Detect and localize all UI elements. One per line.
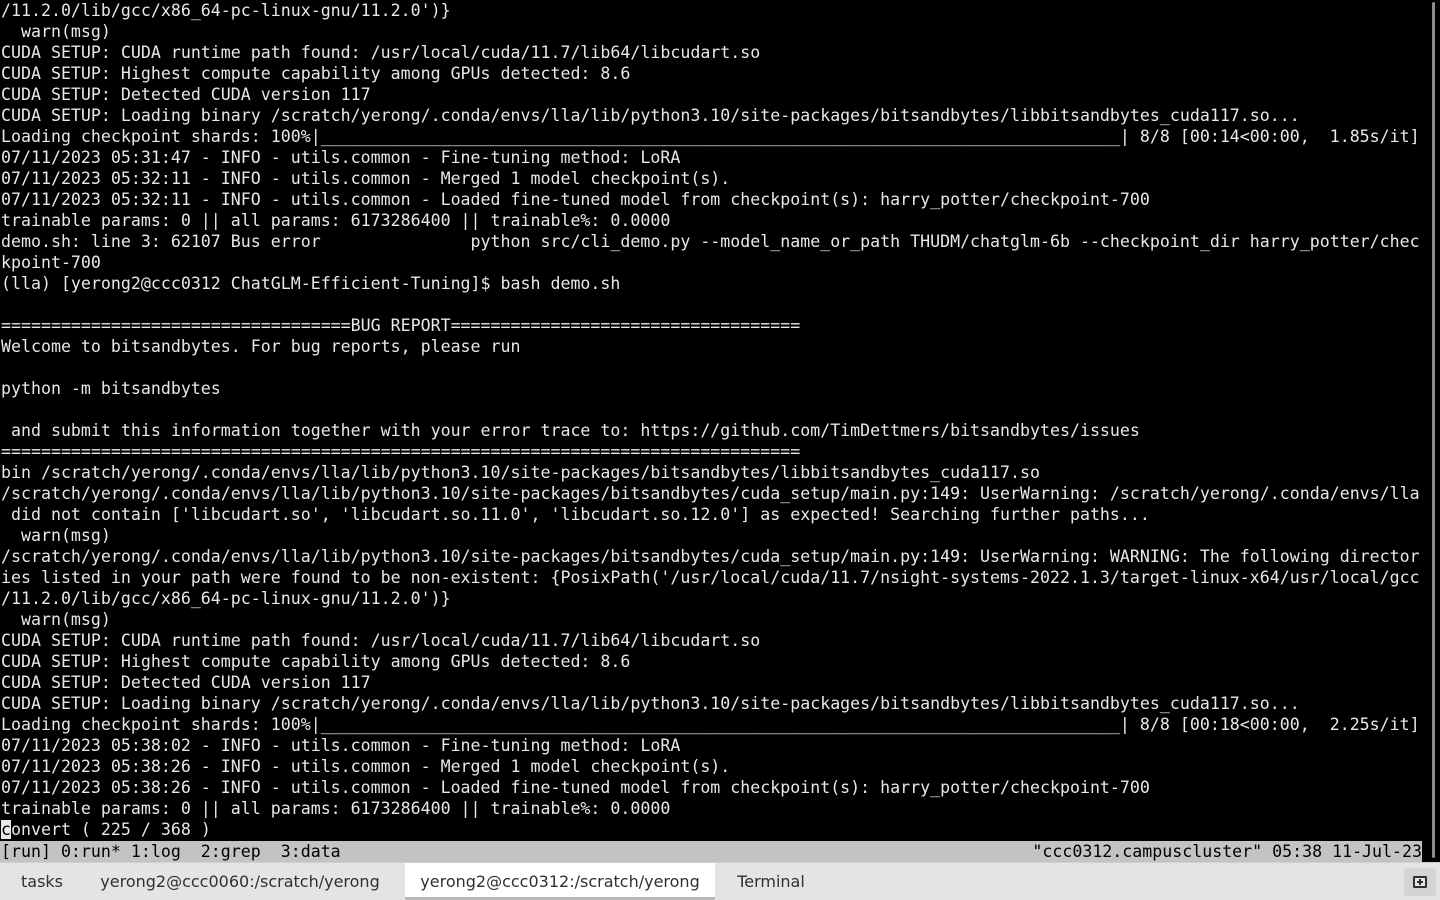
terminal-line: Loading checkpoint shards: 100%|________… (1, 715, 1420, 734)
terminal-line: 07/11/2023 05:38:26 - INFO - utils.commo… (1, 757, 731, 776)
terminal-line: /11.2.0/lib/gcc/x86_64-pc-linux-gnu/11.2… (1, 1, 451, 20)
terminal-line: ies listed in your path were found to be… (1, 568, 1420, 587)
status-bar-window-list: [run] 0:run* 1:log 2:grep 3:data (1, 842, 341, 861)
terminal-line: CUDA SETUP: CUDA runtime path found: /us… (1, 43, 761, 62)
terminal-tab-bar: tasks yerong2@ccc0060:/scratch/yerong ye… (0, 862, 1440, 900)
terminal-line: warn(msg) (1, 610, 111, 629)
terminal-line: and submit this information together wit… (1, 421, 1140, 440)
terminal-line: 07/11/2023 05:32:11 - INFO - utils.commo… (1, 190, 1150, 209)
terminal-line: Welcome to bitsandbytes. For bug reports… (1, 337, 521, 356)
tab-label: yerong2@ccc0312:/scratch/yerong (420, 872, 700, 891)
terminal-line: ===================================BUG R… (1, 316, 801, 335)
new-tab-button[interactable] (1404, 868, 1436, 896)
screen-status-bar: [run] 0:run* 1:log 2:grep 3:data "ccc031… (0, 841, 1422, 862)
terminal-line: kpoint-700 (1, 253, 101, 272)
terminal-line: CUDA SETUP: Loading binary /scratch/yero… (1, 106, 1300, 125)
new-terminal-tab-icon (1413, 876, 1427, 888)
terminal-line: python -m bitsandbytes (1, 379, 221, 398)
terminal-line: Loading checkpoint shards: 100%|________… (1, 127, 1420, 146)
terminal-output-area[interactable]: /11.2.0/lib/gcc/x86_64-pc-linux-gnu/11.2… (0, 0, 1424, 840)
tab-label: yerong2@ccc0060:/scratch/yerong (100, 872, 380, 891)
status-bar-host-clock: "ccc0312.campuscluster" 05:38 11-Jul-23 (1032, 842, 1422, 861)
terminal-line: warn(msg) (1, 22, 111, 41)
terminal-line: CUDA SETUP: Highest compute capability a… (1, 64, 631, 83)
tab-terminal[interactable]: Terminal (722, 863, 820, 900)
terminal-line: ========================================… (1, 442, 801, 461)
terminal-line: /11.2.0/lib/gcc/x86_64-pc-linux-gnu/11.2… (1, 589, 451, 608)
terminal-line: warn(msg) (1, 526, 111, 545)
terminal-prompt-line[interactable]: convert ( 225 / 368 ) (1, 819, 1420, 840)
terminal-line: trainable params: 0 || all params: 61732… (1, 211, 671, 230)
tab-tasks[interactable]: tasks (0, 863, 84, 900)
terminal-line: /scratch/yerong/.conda/envs/lla/lib/pyth… (1, 547, 1420, 566)
terminal-scrollbar[interactable] (1426, 0, 1440, 862)
terminal-line: (lla) [yerong2@ccc0312 ChatGLM-Efficient… (1, 274, 621, 293)
tab-label: Terminal (737, 872, 805, 891)
terminal-line: 07/11/2023 05:32:11 - INFO - utils.commo… (1, 169, 731, 188)
terminal-line: 07/11/2023 05:38:02 - INFO - utils.commo… (1, 736, 681, 755)
terminal-line: 07/11/2023 05:31:47 - INFO - utils.commo… (1, 148, 681, 167)
terminal-line: trainable params: 0 || all params: 61732… (1, 799, 671, 818)
terminal-line: CUDA SETUP: CUDA runtime path found: /us… (1, 631, 761, 650)
terminal-line: /scratch/yerong/.conda/envs/lla/lib/pyth… (1, 484, 1420, 503)
tab-ccc0312-active[interactable]: yerong2@ccc0312:/scratch/yerong (405, 863, 715, 900)
terminal-line: CUDA SETUP: Detected CUDA version 117 (1, 673, 371, 692)
terminal-line: CUDA SETUP: Loading binary /scratch/yero… (1, 694, 1300, 713)
terminal-lines: /11.2.0/lib/gcc/x86_64-pc-linux-gnu/11.2… (1, 0, 1420, 840)
text-cursor: c (1, 820, 11, 839)
prompt-line-text: onvert ( 225 / 368 ) (11, 820, 211, 839)
tab-ccc0060[interactable]: yerong2@ccc0060:/scratch/yerong (84, 863, 396, 900)
terminal-line: CUDA SETUP: Detected CUDA version 117 (1, 85, 371, 104)
terminal-line: CUDA SETUP: Highest compute capability a… (1, 652, 631, 671)
terminal-line: 07/11/2023 05:38:26 - INFO - utils.commo… (1, 778, 1150, 797)
scrollbar-thumb[interactable] (1432, 2, 1435, 858)
terminal-line: did not contain ['libcudart.so', 'libcud… (1, 505, 1150, 524)
terminal-line: bin /scratch/yerong/.conda/envs/lla/lib/… (1, 463, 1040, 482)
tab-label: tasks (20, 872, 63, 891)
terminal-line: demo.sh: line 3: 62107 Bus error python … (1, 232, 1420, 251)
